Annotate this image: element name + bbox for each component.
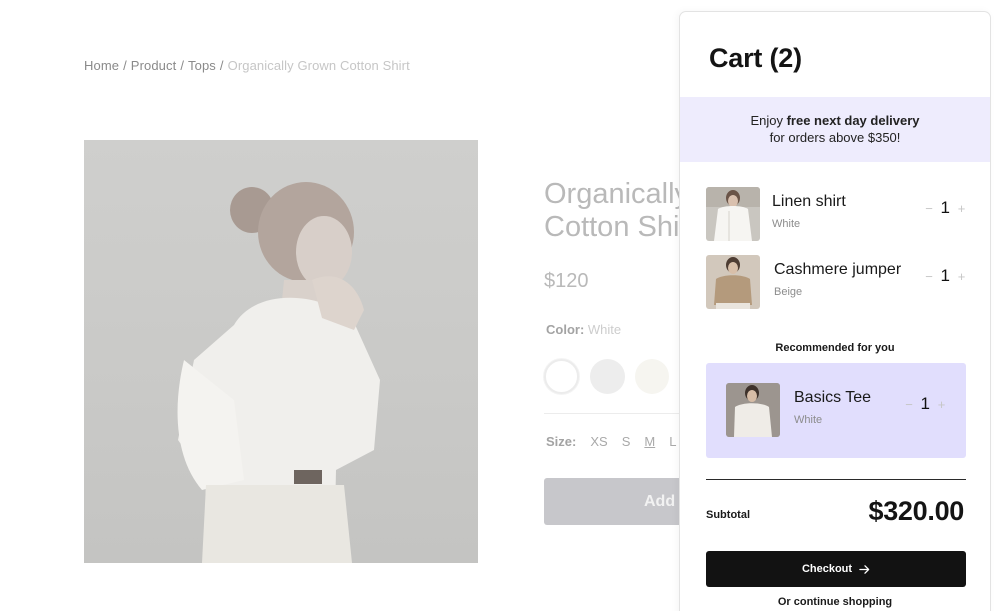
- color-label-text: Color:: [546, 322, 585, 337]
- cart-item: Linen shirt White − 1 +: [706, 187, 966, 242]
- item-thumbnail[interactable]: [726, 383, 780, 437]
- item-variant: White: [794, 414, 823, 426]
- promo-bold: free next day delivery: [786, 113, 920, 128]
- item-thumbnail[interactable]: [706, 255, 760, 309]
- decrease-quantity-button[interactable]: −: [925, 201, 934, 216]
- quantity-stepper: − 1 +: [925, 266, 966, 286]
- color-value: White: [587, 322, 622, 337]
- item-name[interactable]: Linen shirt: [772, 193, 846, 211]
- promo-line2: for orders above $350!: [769, 130, 901, 145]
- size-label: Size:: [546, 434, 577, 449]
- promo-line1: Enjoy free next day delivery: [680, 112, 990, 129]
- delivery-promo-banner: Enjoy free next day delivery for orders …: [680, 97, 990, 162]
- cart-drawer: Cart (2) Enjoy free next day delivery fo…: [679, 11, 991, 611]
- cart-title: Cart (2): [709, 43, 802, 73]
- item-variant: White: [772, 218, 801, 230]
- breadcrumb: Home / Product / Tops / Organically Grown Cott…: [84, 58, 410, 73]
- breadcrumb-separator: /: [123, 58, 127, 73]
- size-option-xs[interactable]: XS: [590, 434, 607, 449]
- add-to-cart-button[interactable]: Add: [544, 478, 684, 525]
- breadcrumb-tops[interactable]: Tops: [188, 58, 216, 73]
- promo-prefix: Enjoy: [750, 113, 787, 128]
- basics-tee-photo: [726, 383, 780, 437]
- item-name[interactable]: Cashmere jumper: [774, 261, 901, 279]
- breadcrumb-separator: /: [219, 58, 224, 73]
- product-title-line2: Cotton Shirt: [544, 211, 684, 243]
- checkout-button[interactable]: Checkout: [706, 551, 966, 587]
- quantity-stepper: − 1 +: [925, 198, 966, 218]
- linen-shirt-photo: [706, 187, 760, 241]
- subtotal-value: $320.00: [868, 496, 965, 526]
- breadcrumb-product[interactable]: Product: [131, 58, 177, 73]
- product-title-line1: Organically Grown: [544, 178, 684, 210]
- divider: [706, 479, 966, 480]
- quantity-value: 1: [940, 266, 950, 285]
- cashmere-jumper-photo: [706, 255, 760, 309]
- decrease-quantity-button[interactable]: −: [905, 397, 914, 412]
- breadcrumb-current: Organically Grown Cotton Shirt: [227, 58, 410, 73]
- increase-quantity-button[interactable]: +: [937, 397, 946, 412]
- product-photo-illustration: [177, 182, 380, 563]
- recommended-item: Basics Tee White − 1 +: [726, 383, 946, 438]
- item-thumbnail[interactable]: [706, 187, 760, 241]
- item-variant: Beige: [774, 286, 803, 298]
- color-swatch-white[interactable]: [544, 359, 579, 394]
- product-title: Organically Grown Cotton Shirt: [544, 178, 684, 244]
- product-image: [84, 140, 478, 563]
- quantity-value: 1: [920, 394, 930, 413]
- size-selector: Size: XS S M L: [546, 434, 676, 449]
- size-option-m[interactable]: M: [644, 434, 655, 449]
- color-swatch-gray[interactable]: [590, 359, 625, 394]
- recommended-product-card: Basics Tee White − 1 +: [706, 363, 966, 458]
- increase-quantity-button[interactable]: +: [957, 269, 966, 284]
- continue-shopping-link[interactable]: Or continue shopping: [680, 596, 990, 608]
- product-price: $120: [544, 270, 589, 292]
- divider: [544, 413, 684, 414]
- color-label: Color: White: [546, 322, 621, 337]
- increase-quantity-button[interactable]: +: [957, 201, 966, 216]
- quantity-stepper: − 1 +: [905, 394, 946, 414]
- size-option-s[interactable]: S: [622, 434, 631, 449]
- color-swatch-cream[interactable]: [635, 359, 669, 394]
- cart-item: Cashmere jumper Beige − 1 +: [706, 255, 966, 310]
- item-name[interactable]: Basics Tee: [794, 389, 871, 407]
- arrow-right-icon: [859, 564, 870, 574]
- breadcrumb-separator: /: [180, 58, 185, 73]
- checkout-label: Checkout: [801, 563, 853, 575]
- decrease-quantity-button[interactable]: −: [925, 269, 934, 284]
- subtotal-label: Subtotal: [706, 509, 750, 521]
- size-option-l[interactable]: L: [669, 434, 676, 449]
- breadcrumb-home[interactable]: Home: [84, 58, 119, 73]
- recommended-heading: Recommended for you: [775, 342, 895, 354]
- quantity-value: 1: [940, 198, 950, 217]
